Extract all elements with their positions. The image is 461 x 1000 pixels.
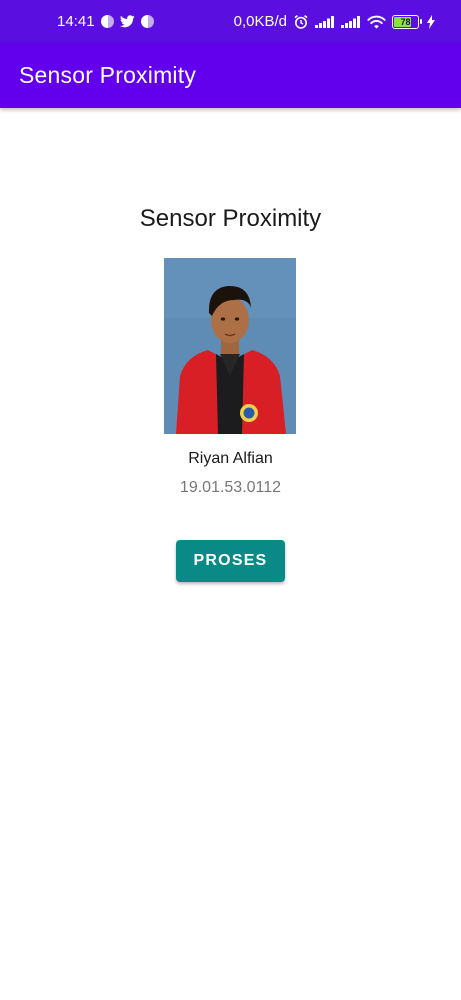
signal-icon: [341, 15, 361, 28]
signal-icon: [315, 15, 335, 28]
proses-button[interactable]: PROSES: [176, 540, 285, 582]
twitter-icon: [119, 15, 135, 28]
status-bar: 14:41 0,0KB/d 78: [0, 0, 461, 43]
student-photo: [164, 258, 296, 434]
student-name: Riyan Alfian: [188, 450, 273, 467]
page-heading: Sensor Proximity: [139, 205, 322, 232]
battery-icon: 78: [392, 14, 422, 29]
app-bar: Sensor Proximity: [0, 43, 461, 108]
wifi-icon: [367, 15, 386, 29]
app-bar-title: Sensor Proximity: [19, 62, 197, 88]
status-right: 0,0KB/d 78: [234, 13, 435, 30]
alarm-icon: [293, 14, 309, 30]
charging-icon: [427, 14, 435, 29]
network-speed: 0,0KB/d: [233, 13, 287, 30]
status-left: 14:41: [57, 13, 154, 30]
app-notification-icon: [140, 15, 154, 28]
student-id: 19.01.53.0112: [179, 479, 282, 496]
status-time: 14:41: [57, 13, 95, 30]
battery-level: 78: [400, 16, 411, 27]
data-saver-icon: [100, 15, 114, 28]
